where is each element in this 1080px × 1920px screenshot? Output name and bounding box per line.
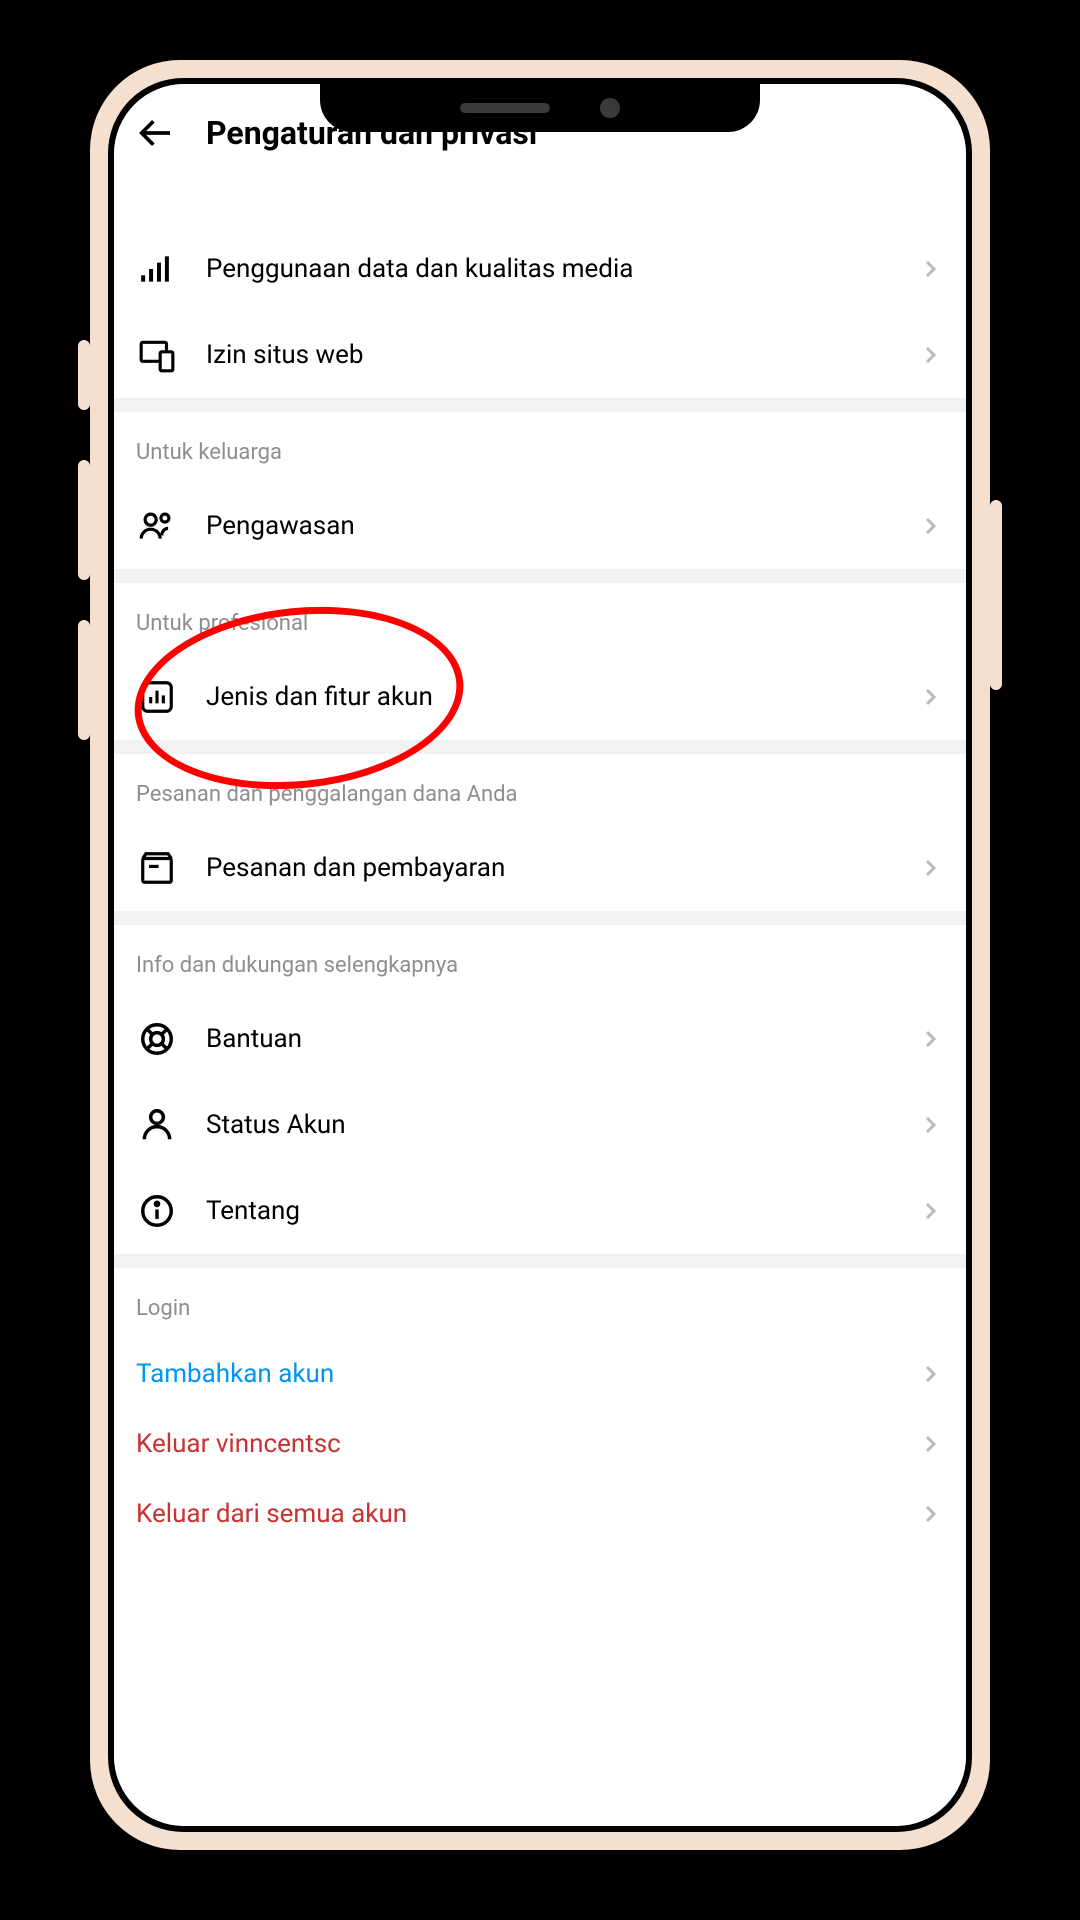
chevron-right-icon <box>916 512 944 540</box>
speaker <box>460 103 550 113</box>
settings-item-orders-payments[interactable]: Pesanan dan pembayaran <box>114 825 966 911</box>
item-label: Pengawasan <box>206 511 888 541</box>
item-label: Tambahkan akun <box>136 1359 888 1389</box>
settings-item-website-permissions[interactable]: Izin situs web <box>114 312 966 398</box>
spacer <box>114 176 966 226</box>
chevron-right-icon <box>916 1025 944 1053</box>
settings-item-about[interactable]: Tentang <box>114 1168 966 1254</box>
side-button <box>990 500 1002 690</box>
chevron-right-icon <box>916 341 944 369</box>
phone-body: Pengaturan dan privasi Penggunaan data d… <box>108 78 972 1832</box>
side-button <box>78 340 90 410</box>
chevron-right-icon <box>916 1197 944 1225</box>
person-icon <box>136 1104 178 1146</box>
section-header-info-support: Info dan dukungan selengkapnya <box>114 925 966 996</box>
signal-icon <box>136 248 178 290</box>
chevron-right-icon <box>916 1430 944 1458</box>
divider <box>114 569 966 583</box>
chevron-right-icon <box>916 854 944 882</box>
settings-item-account-type[interactable]: Jenis dan fitur akun <box>114 654 966 740</box>
item-label: Status Akun <box>206 1110 888 1140</box>
divider <box>114 398 966 412</box>
package-icon <box>136 847 178 889</box>
settings-item-logout-all[interactable]: Keluar dari semua akun <box>114 1479 966 1549</box>
item-label: Izin situs web <box>206 340 888 370</box>
side-button <box>78 620 90 740</box>
chevron-right-icon <box>916 1500 944 1528</box>
item-label: Keluar dari semua akun <box>136 1499 888 1529</box>
help-icon <box>136 1018 178 1060</box>
back-arrow-icon <box>135 113 175 153</box>
devices-icon <box>136 334 178 376</box>
settings-item-supervision[interactable]: Pengawasan <box>114 483 966 569</box>
people-icon <box>136 505 178 547</box>
chevron-right-icon <box>916 1111 944 1139</box>
settings-content: Pengaturan dan privasi Penggunaan data d… <box>114 84 966 1826</box>
chart-icon <box>136 676 178 718</box>
settings-item-help[interactable]: Bantuan <box>114 996 966 1082</box>
info-icon <box>136 1190 178 1232</box>
settings-item-logout-user[interactable]: Keluar vinncentsc <box>114 1409 966 1479</box>
item-label: Tentang <box>206 1196 888 1226</box>
chevron-right-icon <box>916 255 944 283</box>
item-label: Pesanan dan pembayaran <box>206 853 888 883</box>
front-camera <box>600 98 620 118</box>
item-label: Bantuan <box>206 1024 888 1054</box>
settings-item-add-account[interactable]: Tambahkan akun <box>114 1339 966 1409</box>
item-label: Penggunaan data dan kualitas media <box>206 254 888 284</box>
settings-item-data-usage[interactable]: Penggunaan data dan kualitas media <box>114 226 966 312</box>
back-button[interactable] <box>134 112 176 154</box>
notch <box>320 84 760 132</box>
item-label: Keluar vinncentsc <box>136 1429 888 1459</box>
section-header-professional: Untuk profesional <box>114 583 966 654</box>
chevron-right-icon <box>916 1360 944 1388</box>
chevron-right-icon <box>916 683 944 711</box>
section-header-family: Untuk keluarga <box>114 412 966 483</box>
phone-frame: Pengaturan dan privasi Penggunaan data d… <box>90 60 990 1850</box>
divider <box>114 740 966 754</box>
settings-item-account-status[interactable]: Status Akun <box>114 1082 966 1168</box>
item-label: Jenis dan fitur akun <box>206 682 888 712</box>
section-header-orders: Pesanan dan penggalangan dana Anda <box>114 754 966 825</box>
screen: Pengaturan dan privasi Penggunaan data d… <box>114 84 966 1826</box>
divider <box>114 911 966 925</box>
side-button <box>78 460 90 580</box>
section-header-login: Login <box>114 1268 966 1339</box>
divider <box>114 1254 966 1268</box>
